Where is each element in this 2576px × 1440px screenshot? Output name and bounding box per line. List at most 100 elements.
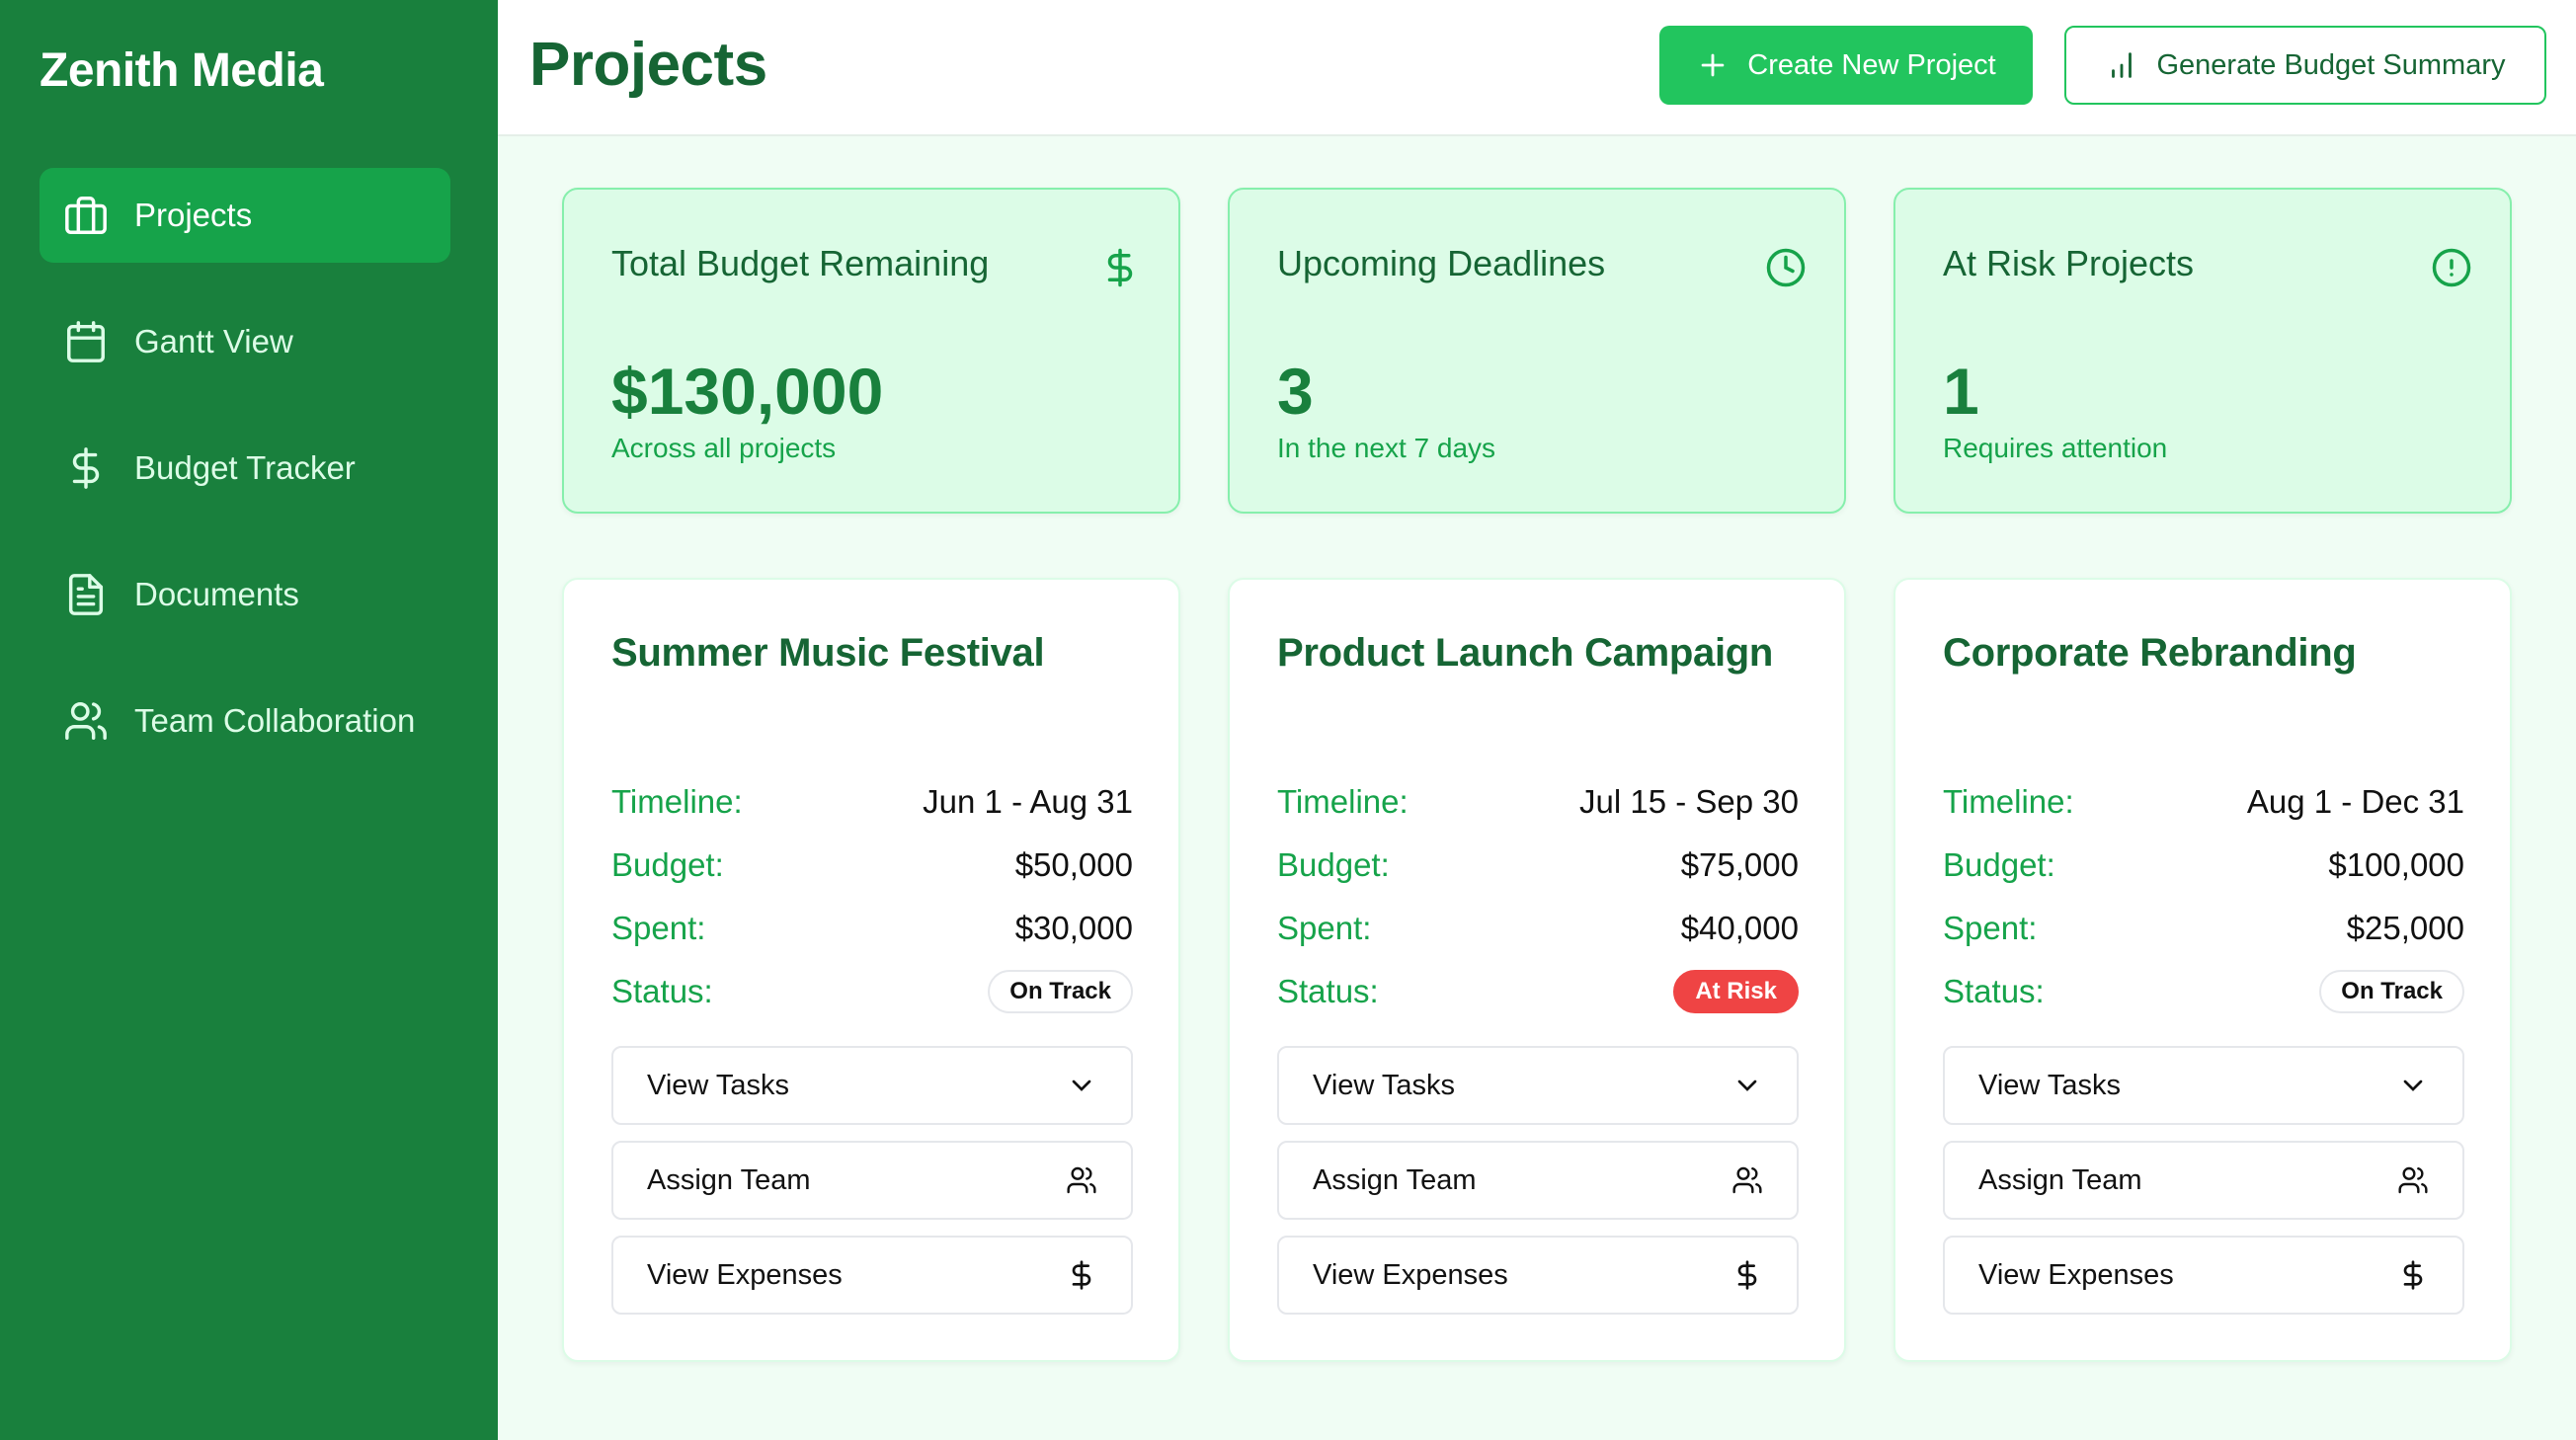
page-header: Projects Create New Project Generate Bud…: [498, 0, 2576, 136]
users-icon: [2398, 1166, 2428, 1194]
status-badge: At Risk: [1673, 970, 1799, 1013]
sidebar-item-documents[interactable]: Documents: [40, 547, 450, 642]
generate-budget-summary-label: Generate Budget Summary: [2156, 48, 2506, 81]
view-expenses-label: View Expenses: [647, 1258, 843, 1291]
briefcase-icon: [65, 197, 107, 234]
plus-icon: [1701, 53, 1725, 77]
stat-title: Upcoming Deadlines: [1277, 243, 1606, 283]
stat-value: 3: [1277, 355, 1314, 428]
sidebar: Zenith Media Projects Gantt View Budget …: [0, 0, 498, 1440]
project-card: Summer Music Festival Timeline: Jun 1 - A…: [562, 578, 1180, 1362]
dollar-icon: [72, 447, 100, 489]
assign-team-label: Assign Team: [1313, 1163, 1477, 1196]
assign-team-button[interactable]: Assign Team: [1277, 1141, 1799, 1220]
stat-title: At Risk Projects: [1943, 243, 2195, 283]
view-tasks-label: View Tasks: [1978, 1069, 2121, 1101]
budget-row: Budget: $50,000: [611, 840, 1133, 890]
budget-label: Budget:: [611, 846, 724, 883]
view-tasks-dropdown[interactable]: View Tasks: [1943, 1046, 2464, 1125]
budget-label: Budget:: [1277, 846, 1390, 883]
budget-row: Budget: $75,000: [1277, 840, 1799, 890]
budget-row: Budget: $100,000: [1943, 840, 2464, 890]
stat-subtitle: Across all projects: [611, 433, 837, 463]
sidebar-item-label: Budget Tracker: [134, 449, 356, 486]
view-expenses-button[interactable]: View Expenses: [1943, 1236, 2464, 1315]
status-row: Status: At Risk: [1277, 967, 1799, 1016]
brand-logo: Zenith Media: [40, 44, 324, 97]
view-tasks-label: View Tasks: [647, 1069, 789, 1101]
timeline-row: Timeline: Jul 15 - Sep 30: [1277, 777, 1799, 827]
dollar-icon: [1737, 1260, 1757, 1290]
budget-value: $75,000: [1680, 846, 1799, 883]
assign-team-label: Assign Team: [647, 1163, 811, 1196]
spent-row: Spent: $30,000: [611, 904, 1133, 953]
status-label: Status:: [1277, 973, 1379, 1009]
project-card: Product Launch Campaign Timeline: Jul 15 …: [1228, 578, 1846, 1362]
stat-value: 1: [1943, 355, 1979, 428]
project-title: Product Launch Campaign: [1277, 631, 1774, 675]
timeline-label: Timeline:: [1943, 783, 2074, 820]
users-icon: [1732, 1166, 1762, 1194]
spent-row: Spent: $40,000: [1277, 904, 1799, 953]
generate-budget-summary-button[interactable]: Generate Budget Summary: [2064, 26, 2546, 105]
spent-row: Spent: $25,000: [1943, 904, 2464, 953]
spent-value: $30,000: [1014, 910, 1133, 946]
stat-card-upcoming-deadlines: Upcoming Deadlines 3 In the next 7 days: [1228, 188, 1846, 514]
project-title: Summer Music Festival: [611, 631, 1045, 675]
view-expenses-label: View Expenses: [1313, 1258, 1508, 1291]
spent-label: Spent:: [611, 910, 706, 946]
assign-team-button[interactable]: Assign Team: [611, 1141, 1133, 1220]
calendar-icon: [67, 321, 105, 362]
users-icon: [1067, 1166, 1096, 1194]
spent-label: Spent:: [1277, 910, 1372, 946]
view-tasks-dropdown[interactable]: View Tasks: [611, 1046, 1133, 1125]
spent-label: Spent:: [1943, 910, 2038, 946]
status-row: Status: On Track: [611, 967, 1133, 1016]
sidebar-item-label: Documents: [134, 576, 299, 612]
sidebar-item-label: Projects: [134, 197, 253, 233]
assign-team-button[interactable]: Assign Team: [1943, 1141, 2464, 1220]
sidebar-item-label: Gantt View: [134, 323, 293, 360]
chevron-down-icon: [1737, 1080, 1757, 1091]
chevron-down-icon: [2403, 1080, 2423, 1091]
sidebar-nav: Projects Gantt View Budget Tracker Docum…: [40, 168, 450, 800]
bar-chart-icon: [2112, 52, 2133, 78]
timeline-value: Jul 15 - Sep 30: [1579, 783, 1799, 820]
project-title: Corporate Rebranding: [1943, 631, 2357, 675]
status-badge: On Track: [2319, 970, 2464, 1013]
create-new-project-button[interactable]: Create New Project: [1659, 26, 2033, 105]
stat-subtitle: In the next 7 days: [1277, 433, 1496, 463]
clock-icon: [1766, 248, 1806, 287]
dollar-icon: [1072, 1260, 1091, 1290]
timeline-row: Timeline: Jun 1 - Aug 31: [611, 777, 1133, 827]
stat-value: $130,000: [611, 355, 884, 428]
status-label: Status:: [611, 973, 713, 1009]
sidebar-item-projects[interactable]: Projects: [40, 168, 450, 263]
status-label: Status:: [1943, 973, 2045, 1009]
sidebar-item-gantt-view[interactable]: Gantt View: [40, 294, 450, 389]
view-expenses-button[interactable]: View Expenses: [611, 1236, 1133, 1315]
users-icon: [65, 702, 107, 740]
timeline-value: Aug 1 - Dec 31: [2246, 783, 2464, 820]
budget-value: $100,000: [2328, 846, 2464, 883]
chevron-down-icon: [1072, 1080, 1091, 1091]
sidebar-item-budget-tracker[interactable]: Budget Tracker: [40, 421, 450, 516]
status-row: Status: On Track: [1943, 967, 2464, 1016]
assign-team-label: Assign Team: [1978, 1163, 2142, 1196]
project-card: Corporate Rebranding Timeline: Aug 1 - De…: [1893, 578, 2512, 1362]
sidebar-item-team-collaboration[interactable]: Team Collaboration: [40, 674, 450, 768]
view-tasks-label: View Tasks: [1313, 1069, 1455, 1101]
stat-subtitle: Requires attention: [1943, 433, 2168, 463]
budget-value: $50,000: [1014, 846, 1133, 883]
sidebar-item-label: Team Collaboration: [134, 702, 416, 739]
status-badge: On Track: [988, 970, 1133, 1013]
view-tasks-dropdown[interactable]: View Tasks: [1277, 1046, 1799, 1125]
view-expenses-button[interactable]: View Expenses: [1277, 1236, 1799, 1315]
spent-value: $40,000: [1680, 910, 1799, 946]
document-icon: [68, 574, 104, 615]
create-new-project-label: Create New Project: [1747, 48, 1996, 81]
budget-label: Budget:: [1943, 846, 2055, 883]
timeline-label: Timeline:: [611, 783, 743, 820]
stat-title: Total Budget Remaining: [611, 243, 990, 283]
dollar-icon: [1107, 248, 1133, 287]
